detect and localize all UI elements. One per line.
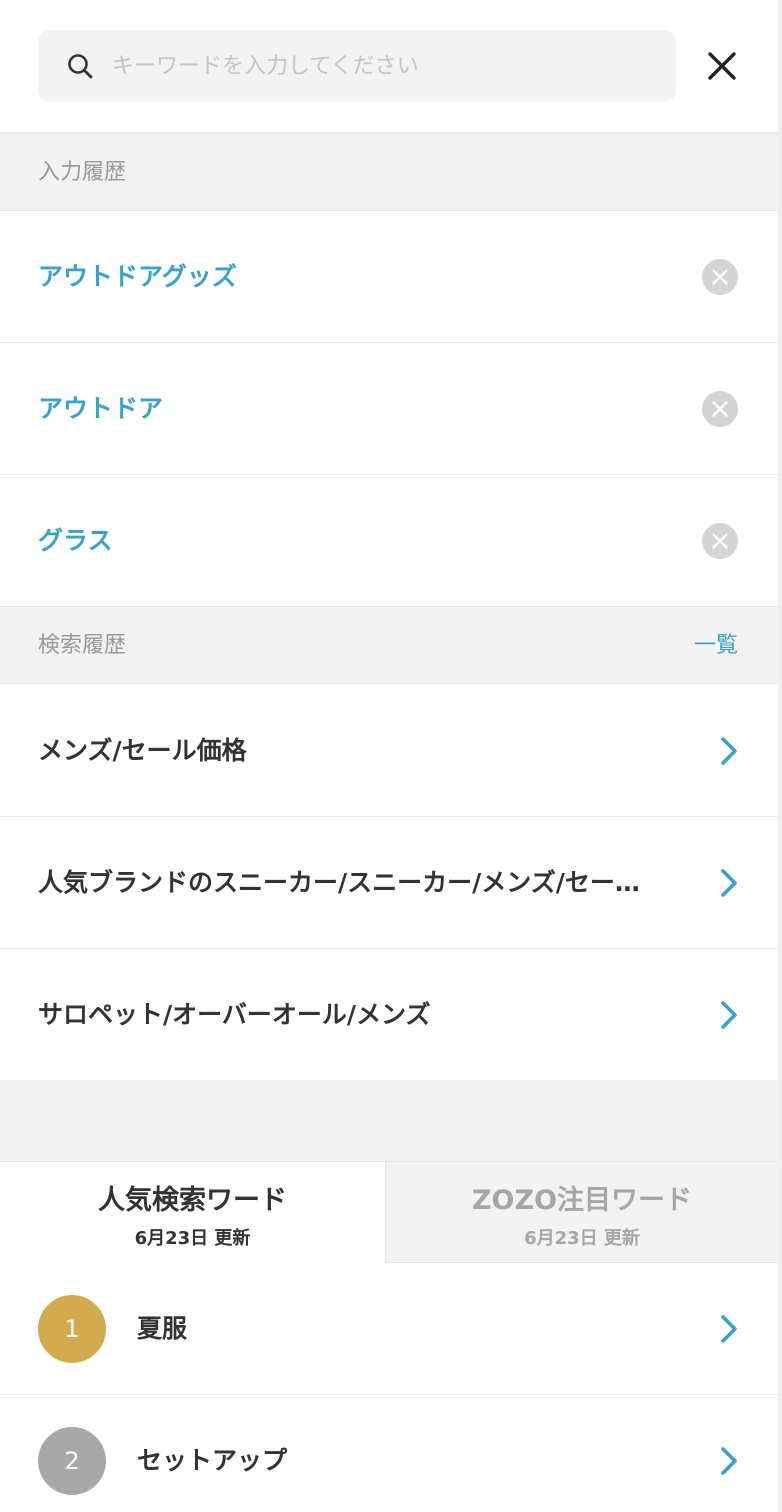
search-input[interactable] [112, 30, 652, 102]
view-all-link[interactable]: 一覧 [694, 607, 738, 685]
remove-history-button[interactable] [702, 523, 738, 559]
close-circle-icon [712, 269, 728, 285]
close-circle-icon [712, 401, 728, 417]
search-history-item[interactable]: メンズ/セール価格 [0, 685, 778, 817]
ranking-word: 夏服 [137, 1314, 188, 1343]
chevron-right-icon [721, 737, 737, 765]
search-history-label: サロペット/オーバーオール/メンズ [38, 1000, 431, 1029]
input-history-item[interactable]: アウトドアグッズ [0, 211, 778, 343]
tab-updated-date: 6月23日 更新 [134, 1228, 251, 1249]
search-icon [68, 54, 93, 79]
search-history-header: 検索履歴 一覧 [0, 606, 778, 684]
search-box[interactable] [38, 30, 676, 102]
close-icon[interactable] [702, 46, 742, 86]
input-history-header: 入力履歴 [0, 133, 778, 211]
tab-zozo-featured-words[interactable]: ZOZO注目ワード 6月23日 更新 [386, 1161, 778, 1263]
tab-title: 人気検索ワード [98, 1185, 287, 1216]
tab-title: ZOZO注目ワード [471, 1185, 693, 1216]
tab-updated-date: 6月23日 更新 [524, 1228, 640, 1249]
search-history-label: メンズ/セール価格 [38, 736, 247, 765]
input-history-label: アウトドア [38, 394, 164, 423]
rank-badge: 2 [38, 1427, 106, 1495]
chevron-right-icon [721, 1315, 737, 1343]
input-history-label: グラス [38, 526, 113, 555]
search-history-title: 検索履歴 [38, 633, 127, 658]
search-history-label: 人気ブランドのスニーカー/スニーカー/メンズ/セー… [38, 868, 640, 897]
input-history-item[interactable]: グラス [0, 475, 778, 606]
ranking-word: セットアップ [137, 1446, 288, 1475]
ranking-item[interactable]: 1 夏服 [0, 1263, 778, 1395]
scroll-edge [778, 0, 782, 1512]
ranking-tabs: 人気検索ワード 6月23日 更新 ZOZO注目ワード 6月23日 更新 [0, 1161, 778, 1263]
search-history-item[interactable]: サロペット/オーバーオール/メンズ [0, 949, 778, 1080]
remove-history-button[interactable] [702, 391, 738, 427]
search-header [0, 0, 782, 133]
section-gap [0, 1080, 782, 1162]
rank-badge: 1 [38, 1295, 106, 1363]
chevron-right-icon [721, 1001, 737, 1029]
input-history-title: 入力履歴 [38, 160, 127, 185]
search-history-item[interactable]: 人気ブランドのスニーカー/スニーカー/メンズ/セー… [0, 817, 778, 949]
ranking-item[interactable]: 2 セットアップ [0, 1395, 778, 1512]
input-history-label: アウトドアグッズ [38, 262, 237, 291]
chevron-right-icon [721, 1447, 737, 1475]
chevron-right-icon [721, 869, 737, 897]
close-circle-icon [712, 533, 728, 549]
input-history-item[interactable]: アウトドア [0, 343, 778, 475]
tab-popular-words[interactable]: 人気検索ワード 6月23日 更新 [0, 1161, 386, 1263]
remove-history-button[interactable] [702, 259, 738, 295]
